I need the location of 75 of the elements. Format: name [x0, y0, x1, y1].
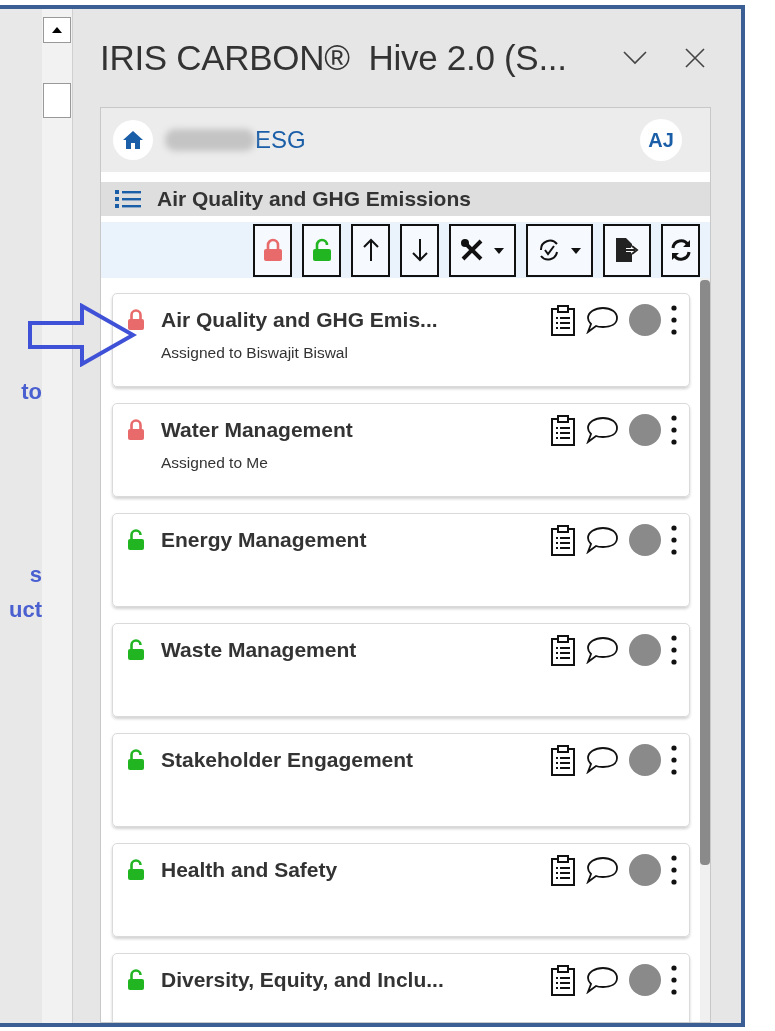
lock-icon: [262, 238, 283, 262]
more-options-icon[interactable]: [671, 414, 677, 446]
up-button[interactable]: [351, 223, 390, 277]
status-dot: [629, 524, 661, 556]
more-options-icon[interactable]: [671, 964, 677, 996]
user-avatar[interactable]: AJ: [640, 119, 682, 161]
close-icon[interactable]: [685, 48, 705, 68]
assignee-text: Assigned to Biswajit Biswal: [161, 344, 349, 362]
task-card[interactable]: Health and Safety: [112, 843, 690, 937]
clipboard-icon[interactable]: [550, 634, 576, 666]
card-title: Health and Safety: [161, 858, 339, 882]
export-icon: [614, 237, 640, 263]
clipboard-icon[interactable]: [550, 744, 576, 776]
status-dot: [629, 854, 661, 886]
comment-icon[interactable]: [586, 526, 619, 554]
clipboard-icon[interactable]: [550, 854, 576, 886]
triangle-up-icon: [52, 27, 62, 33]
more-options-icon[interactable]: [671, 744, 677, 776]
comment-icon[interactable]: [586, 856, 619, 884]
task-card[interactable]: Water Management Assigned to Me: [112, 403, 690, 497]
card-title: Energy Management: [161, 528, 368, 552]
comment-icon[interactable]: [586, 306, 619, 334]
down-button[interactable]: [400, 223, 439, 277]
home-icon: [122, 130, 144, 150]
more-options-icon[interactable]: [671, 634, 677, 666]
card-title: Water Management: [161, 418, 354, 442]
status-dot: [629, 634, 661, 666]
scroll-up-button[interactable]: [43, 17, 71, 43]
tools-icon: [459, 238, 506, 262]
task-card[interactable]: Air Quality and GHG Emis... Assigned to Biswajit Biswal: [112, 293, 690, 387]
scrollbar-thumb[interactable]: [43, 83, 71, 118]
tools-button[interactable]: [449, 223, 516, 277]
status-dot: [629, 964, 661, 996]
document-text: to: [21, 379, 42, 405]
pane-title: IRIS CARBON® Hive 2.0 (S...: [100, 38, 568, 78]
list-icon: [115, 189, 141, 209]
task-card[interactable]: Energy Management: [112, 513, 690, 607]
document-text: s: [29, 562, 42, 588]
refresh-button[interactable]: [661, 223, 700, 277]
clipboard-icon[interactable]: [550, 414, 576, 446]
task-card[interactable]: Stakeholder Engagement: [112, 733, 690, 827]
more-options-icon[interactable]: [671, 524, 677, 556]
home-button[interactable]: [113, 120, 153, 160]
task-card[interactable]: Waste Management: [112, 623, 690, 717]
card-title: Air Quality and GHG Emis...: [161, 308, 439, 332]
document-text: uct: [9, 597, 42, 623]
cycle-button[interactable]: [526, 223, 593, 277]
status-dot: [629, 414, 661, 446]
task-card[interactable]: Diversity, Equity, and Inclu...: [112, 953, 690, 1022]
section-title: Air Quality and GHG Emissions: [157, 187, 471, 211]
status-dot: [629, 744, 661, 776]
workspace-name[interactable]: ESG: [255, 126, 306, 154]
more-options-icon[interactable]: [671, 304, 677, 336]
unlock-button[interactable]: [302, 223, 341, 277]
card-title: Diversity, Equity, and Inclu...: [161, 968, 445, 992]
unlocked-lock-icon: [311, 238, 332, 262]
scrollbar-thumb[interactable]: [700, 280, 710, 865]
card-title: Waste Management: [161, 638, 358, 662]
chevron-down-icon[interactable]: [623, 51, 647, 65]
comment-icon[interactable]: [586, 636, 619, 664]
arrow-down-icon: [411, 238, 428, 262]
comment-icon[interactable]: [586, 966, 619, 994]
card-title: Stakeholder Engagement: [161, 748, 415, 772]
comment-icon[interactable]: [586, 746, 619, 774]
export-button[interactable]: [603, 223, 651, 277]
arrow-up-icon: [362, 238, 379, 262]
lock-button[interactable]: [253, 223, 292, 277]
clipboard-icon[interactable]: [550, 964, 576, 996]
arrow-icon: [27, 303, 137, 367]
clipboard-icon[interactable]: [550, 304, 576, 336]
assignee-text: Assigned to Me: [161, 454, 269, 472]
clipboard-icon[interactable]: [550, 524, 576, 556]
comment-icon[interactable]: [586, 416, 619, 444]
status-dot: [629, 304, 661, 336]
more-options-icon[interactable]: [671, 854, 677, 886]
